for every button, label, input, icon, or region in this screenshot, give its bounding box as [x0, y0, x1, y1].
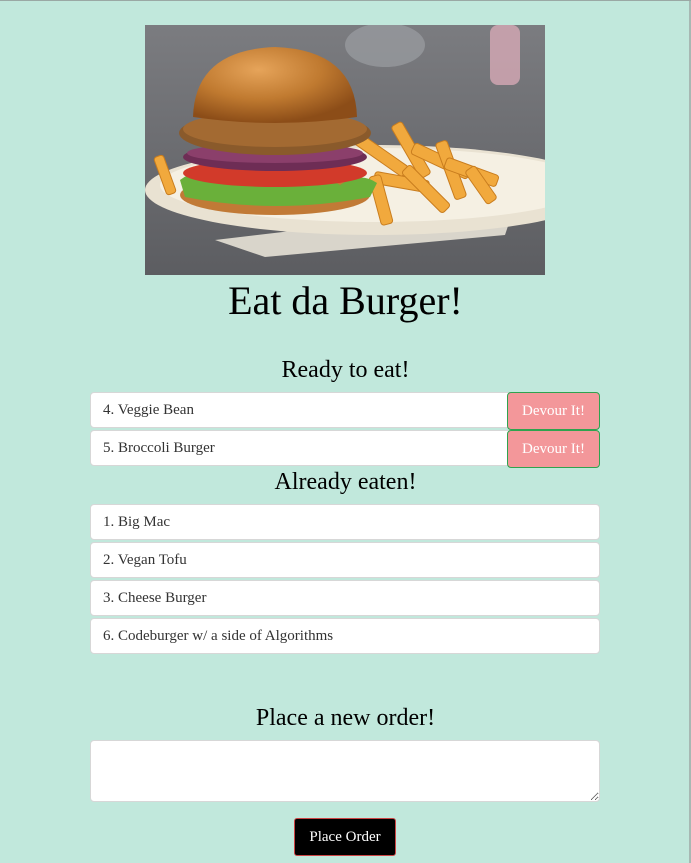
- list-item: 5. Broccoli Burger Devour It!: [90, 430, 600, 468]
- page-title: Eat da Burger!: [228, 278, 463, 323]
- list-item: 4. Veggie Bean Devour It!: [90, 392, 600, 430]
- burger-name: 1. Big Mac: [103, 513, 171, 530]
- burger-name: 5. Broccoli Burger: [103, 439, 215, 456]
- devour-button[interactable]: Devour It!: [507, 392, 600, 430]
- order-heading: Place a new order!: [255, 705, 436, 731]
- list-item: 1. Big Mac: [90, 504, 600, 540]
- devour-button[interactable]: Devour It!: [507, 430, 600, 468]
- place-order-button[interactable]: Place Order: [294, 818, 396, 856]
- burger-name: 6. Codeburger w/ a side of Algorithms: [103, 627, 334, 644]
- eaten-heading: Already eaten!: [274, 469, 417, 495]
- ready-list: 4. Veggie Bean Devour It! 5. Broccoli Bu…: [90, 392, 600, 468]
- burger-name: 2. Vegan Tofu: [103, 551, 187, 568]
- ready-heading: Ready to eat!: [281, 357, 410, 383]
- list-item: 2. Vegan Tofu: [90, 542, 600, 578]
- list-item: 6. Codeburger w/ a side of Algorithms: [90, 618, 600, 654]
- burger-name-input[interactable]: [90, 740, 600, 802]
- burger-hero-image: [145, 25, 545, 275]
- burger-name: 4. Veggie Bean: [103, 401, 194, 418]
- burger-name: 3. Cheese Burger: [103, 589, 207, 606]
- list-item: 3. Cheese Burger: [90, 580, 600, 616]
- eaten-list: 1. Big Mac 2. Vegan Tofu 3. Cheese Burge…: [90, 504, 600, 656]
